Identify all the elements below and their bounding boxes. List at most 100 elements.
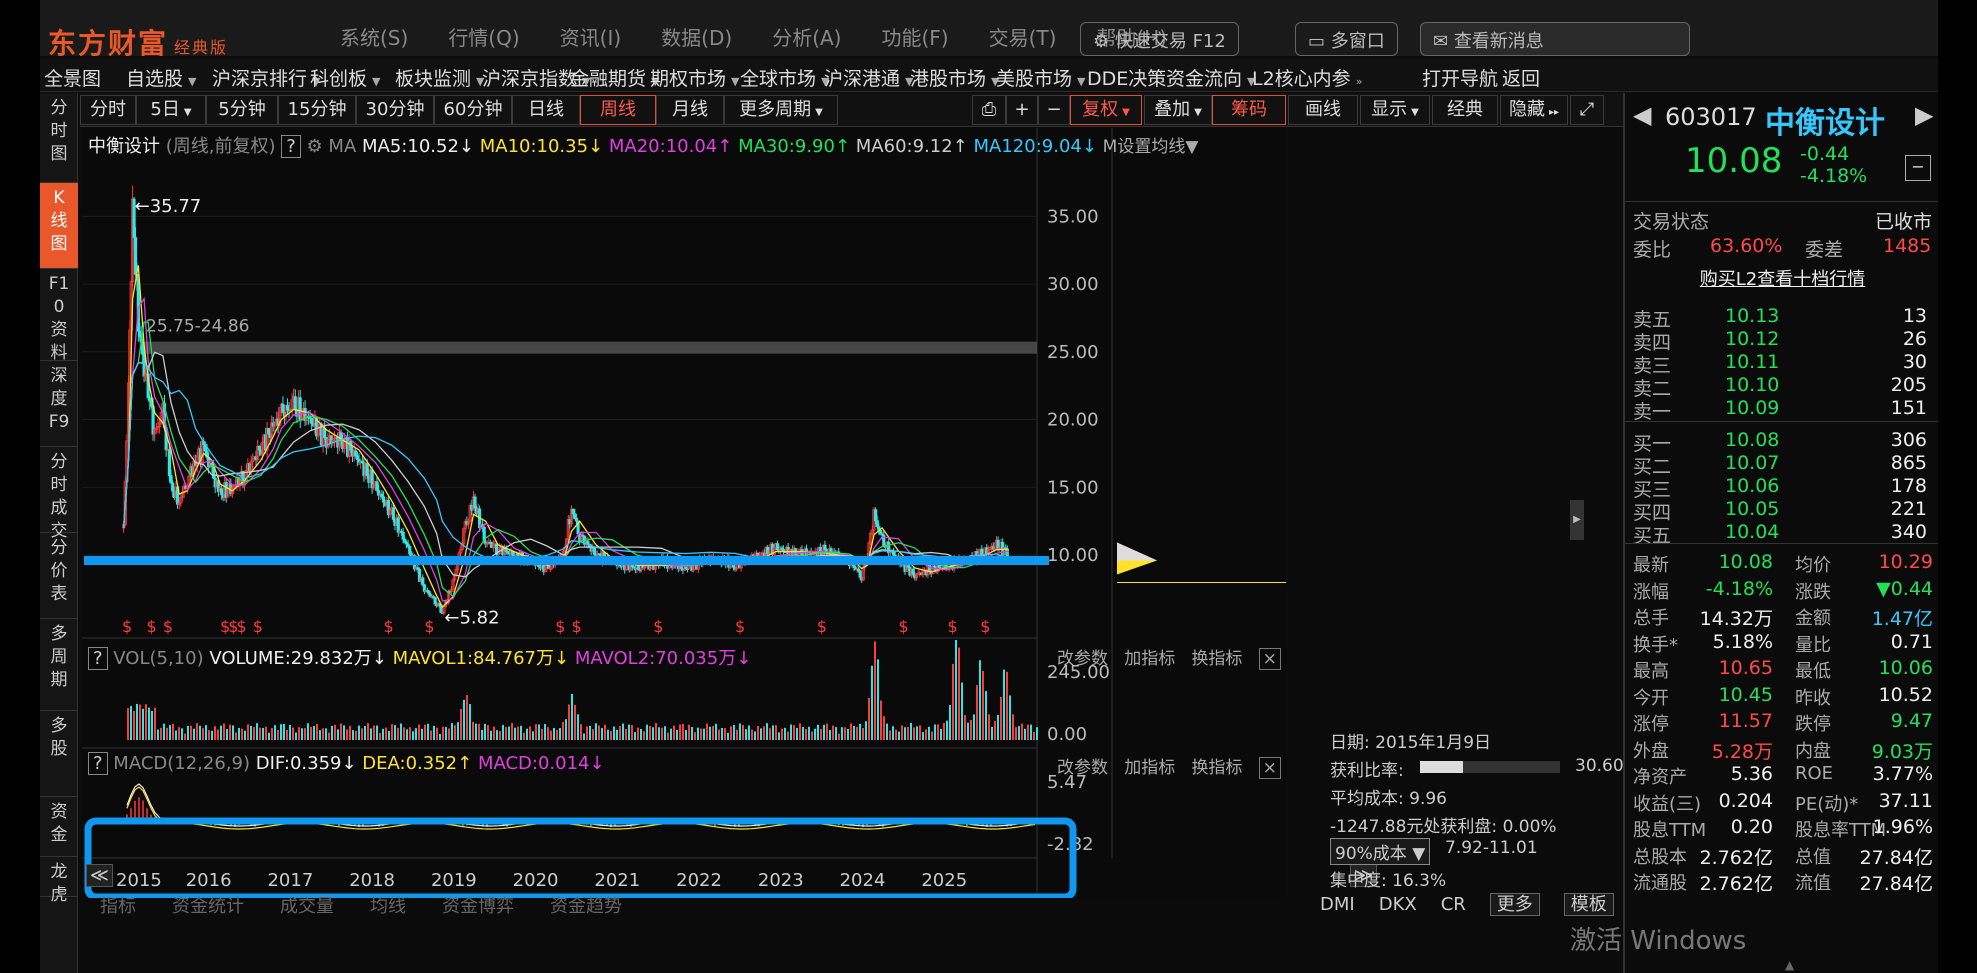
indicator-tab[interactable]: DKX: [1379, 894, 1417, 915]
nav-item[interactable]: 科创板 ▼: [310, 64, 380, 91]
indicator-tab[interactable]: 模板: [1563, 893, 1614, 916]
orderbook-row[interactable]: 卖一 10.09 151: [1625, 395, 1938, 423]
nav-item[interactable]: 港股市场 ▼: [910, 64, 999, 91]
orderbook-row[interactable]: 买五 10.04 340: [1625, 519, 1938, 547]
macd-add-indicator-button[interactable]: 加指标: [1124, 758, 1175, 778]
indicator-tab[interactable]: 成交量: [280, 896, 334, 917]
indicator-tab[interactable]: 均线: [370, 896, 406, 917]
nav-item[interactable]: 美股市场 ▼: [996, 64, 1085, 91]
system-menu-item[interactable]: 行情(Q): [448, 26, 519, 50]
buy-l2-link[interactable]: 购买L2查看十档行情: [1625, 265, 1938, 291]
indicator-tab[interactable]: 资金统计: [172, 896, 244, 917]
toolbar-tool[interactable]: 经典: [1432, 95, 1498, 125]
orderbook-row[interactable]: 买一 10.08 306: [1625, 427, 1938, 455]
system-menu-item[interactable]: 系统(S): [340, 26, 408, 50]
orderbook-row[interactable]: 卖三 10.11 30: [1625, 349, 1938, 377]
toolbar-tool[interactable]: 复权 ▼: [1070, 95, 1142, 125]
kline-svg[interactable]: 35.00 30.00 25.00 20.00 15.00 10.00 25.75-24.8…: [82, 128, 1286, 898]
nav-item[interactable]: 全球市场 ▼: [740, 64, 829, 91]
toolbar-tool[interactable]: 叠加 ▼: [1144, 95, 1212, 125]
nav-item[interactable]: 金融期货 ▼: [570, 64, 659, 91]
settings-gear-icon[interactable]: ⚙: [307, 136, 323, 157]
side-tab[interactable]: 多周期: [40, 619, 78, 711]
macd-edit-params-button[interactable]: 改参数: [1057, 758, 1108, 778]
period-tab[interactable]: 30分钟: [356, 95, 434, 125]
period-tab[interactable]: 5日 ▼: [136, 95, 206, 125]
orderbook-row[interactable]: 卖五 10.13 13: [1625, 303, 1938, 331]
period-tab[interactable]: 60分钟: [434, 95, 512, 125]
orderbook-row[interactable]: 买三 10.06 178: [1625, 473, 1938, 501]
indicator-tab[interactable]: CR: [1441, 894, 1466, 915]
prev-stock-icon[interactable]: ◀: [1633, 101, 1651, 129]
side-tab[interactable]: 分价表: [40, 533, 78, 619]
system-menu-item[interactable]: 资讯(I): [560, 26, 622, 50]
side-tab[interactable]: F10资料: [40, 269, 78, 363]
side-tab[interactable]: 分时图: [40, 93, 78, 183]
orderbook-row[interactable]: 卖二 10.10 205: [1625, 372, 1938, 400]
side-tab[interactable]: 多股: [40, 711, 78, 797]
period-tab[interactable]: 15分钟: [278, 95, 356, 125]
toolbar-tool[interactable]: ⤢: [1570, 95, 1604, 125]
toolbar-tool[interactable]: 隐藏 ▸▸: [1500, 95, 1568, 125]
scroll-left-button[interactable]: ≪: [86, 864, 113, 887]
system-menu-item[interactable]: 分析(A): [772, 26, 841, 50]
toolbar-tool[interactable]: 画线: [1288, 95, 1358, 125]
side-tab[interactable]: 资金: [40, 797, 78, 857]
indicator-tab[interactable]: 资金趋势: [550, 896, 622, 917]
orderbook-row[interactable]: 买四 10.05 221: [1625, 496, 1938, 524]
nav-item[interactable]: 沪深港通 ▼: [824, 64, 913, 91]
toolbar-tool[interactable]: −: [1038, 95, 1070, 125]
help-button[interactable]: ?: [281, 135, 301, 158]
indicator-tab[interactable]: 指标: [100, 896, 136, 917]
period-tab[interactable]: 5分钟: [206, 95, 278, 125]
nav-item[interactable]: 沪深京排行 ▼: [212, 64, 320, 91]
indicator-tab[interactable]: DMI: [1320, 894, 1355, 915]
multi-window-pill[interactable]: ▭ 多窗口: [1295, 22, 1398, 56]
panel-toggle-handle[interactable]: ▶: [1570, 500, 1584, 540]
side-tab[interactable]: 分时成交: [40, 447, 78, 541]
side-tab[interactable]: K线图: [40, 183, 78, 269]
toolbar-tool[interactable]: ⎙: [972, 95, 1006, 125]
macd-help-button[interactable]: ?: [88, 752, 108, 775]
news-pill[interactable]: ✉ 查看新消息: [1420, 22, 1690, 56]
orderbook-row[interactable]: 卖四 10.12 26: [1625, 326, 1938, 354]
nav-item[interactable]: L2核心内参 »: [1252, 64, 1362, 91]
vol-switch-indicator-button[interactable]: 换指标: [1191, 649, 1242, 669]
nav-item[interactable]: DDE决策: [1087, 64, 1166, 91]
toolbar-tool[interactable]: +: [1006, 95, 1038, 125]
collapse-button[interactable]: −: [1905, 155, 1931, 181]
system-menu-item[interactable]: 功能(F): [882, 26, 949, 50]
vol-add-indicator-button[interactable]: 加指标: [1124, 649, 1175, 669]
nav-item[interactable]: 期权市场 ▼: [650, 64, 739, 91]
period-tab[interactable]: 更多周期 ▼: [724, 95, 838, 125]
period-tab[interactable]: 日线: [512, 95, 580, 125]
ma-settings-button[interactable]: M设置均线▼: [1103, 137, 1199, 157]
nav-item[interactable]: 打开导航: [1422, 64, 1498, 91]
nav-item[interactable]: 全景图: [44, 64, 101, 91]
macd-switch-indicator-button[interactable]: 换指标: [1191, 758, 1242, 778]
period-tab[interactable]: 月线: [656, 95, 724, 125]
system-menu-item[interactable]: 交易(T): [989, 26, 1057, 50]
system-menu-item[interactable]: 数据(D): [661, 26, 732, 50]
cost-percent-select[interactable]: 90%成本 ▼: [1330, 838, 1431, 865]
period-tab[interactable]: 周线: [580, 95, 656, 125]
quick-trade-pill[interactable]: ⚙ 快速交易 F12: [1080, 22, 1239, 56]
nav-item[interactable]: 自选股 ▼: [126, 64, 196, 91]
nav-item[interactable]: 板块监测 ▼: [395, 64, 484, 91]
vol-close-icon[interactable]: ×: [1258, 648, 1281, 670]
indicator-tab[interactable]: 资金博弈: [442, 896, 514, 917]
indicator-tab[interactable]: 更多: [1489, 893, 1540, 916]
vol-edit-params-button[interactable]: 改参数: [1057, 649, 1108, 669]
scroll-up-icon[interactable]: ▲: [1785, 958, 1794, 972]
next-stock-icon[interactable]: ▶: [1915, 101, 1933, 129]
side-tab[interactable]: 深度F9: [40, 361, 78, 447]
nav-item[interactable]: 返回: [1502, 64, 1540, 91]
vol-help-button[interactable]: ?: [88, 647, 108, 670]
toolbar-tool[interactable]: 筹码: [1212, 95, 1286, 125]
nav-item[interactable]: 资金流向 ▼: [1166, 64, 1255, 91]
toolbar-tool[interactable]: 显示 ▼: [1360, 95, 1430, 125]
period-tab[interactable]: 分时: [80, 95, 136, 125]
orderbook-row[interactable]: 买二 10.07 865: [1625, 450, 1938, 478]
macd-close-icon[interactable]: ×: [1258, 757, 1281, 779]
side-tab[interactable]: 龙虎: [40, 857, 78, 905]
